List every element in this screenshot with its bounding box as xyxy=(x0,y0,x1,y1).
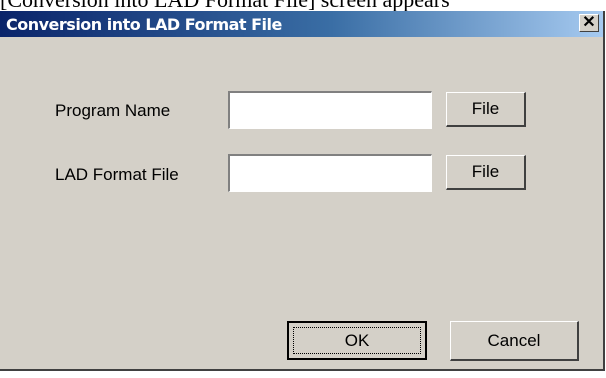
document-caption: [Conversion into LAD Format File] screen… xyxy=(0,0,606,11)
lad-format-file-input[interactable] xyxy=(228,154,432,192)
cancel-button[interactable]: Cancel xyxy=(450,321,579,361)
dialog-title: Conversion into LAD Format File xyxy=(6,15,282,34)
program-name-file-button[interactable]: File xyxy=(446,92,526,127)
ok-button[interactable]: OK xyxy=(287,321,427,360)
ok-focus-rect xyxy=(293,327,421,354)
program-name-file-button-label: File xyxy=(471,99,500,118)
lad-format-file-button-label: File xyxy=(471,162,500,181)
program-name-input[interactable] xyxy=(228,91,432,129)
lad-format-file-button[interactable]: File xyxy=(446,155,526,190)
program-name-label: Program Name xyxy=(55,101,171,120)
lad-format-file-label: LAD Format File xyxy=(55,165,179,184)
close-button[interactable]: ✕ xyxy=(579,14,599,32)
title-bar[interactable]: Conversion into LAD Format File ✕ xyxy=(0,11,603,37)
cancel-button-label: Cancel xyxy=(487,330,541,350)
close-icon: ✕ xyxy=(582,14,596,31)
conversion-dialog: Conversion into LAD Format File ✕ Progra… xyxy=(0,11,605,371)
